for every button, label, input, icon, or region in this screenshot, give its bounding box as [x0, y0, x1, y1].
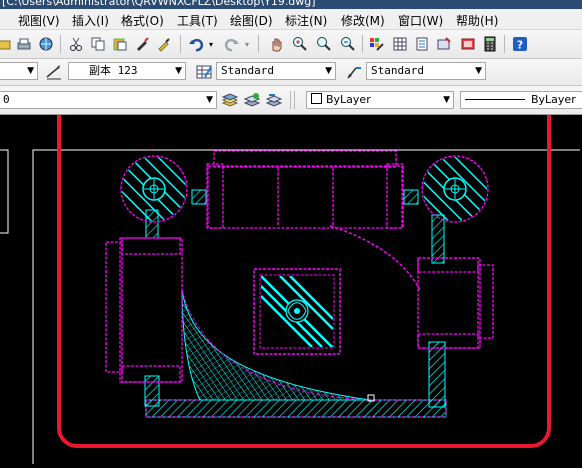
linetype-select[interactable]: ByLayer [460, 91, 582, 109]
toolbar-separator [294, 91, 295, 109]
color-value: ByLayer [326, 93, 371, 106]
zoom-window-icon[interactable] [314, 34, 334, 54]
help-icon[interactable]: ? [510, 34, 530, 54]
properties-icon[interactable] [366, 34, 386, 54]
menu-dimension[interactable]: 标注(N) [285, 12, 327, 29]
color-select[interactable]: ByLayer ▼ [306, 91, 454, 109]
coffee-table [253, 268, 341, 355]
toolbar-separator [290, 91, 291, 109]
menu-help[interactable]: 帮助(H) [456, 12, 498, 29]
paste-icon[interactable] [110, 34, 130, 54]
menu-insert[interactable]: 插入(I) [72, 12, 109, 29]
drawing-canvas[interactable] [0, 80, 582, 464]
chevron-down-icon: ▼ [175, 66, 182, 76]
calculator-icon[interactable] [480, 34, 500, 54]
zoom-realtime-icon[interactable] [290, 34, 310, 54]
zoom-previous-icon[interactable] [338, 34, 358, 54]
menu-draw[interactable]: 绘图(D) [230, 12, 273, 29]
menu-tools[interactable]: 工具(T) [177, 12, 218, 29]
table-style-select[interactable]: Standard ▼ [216, 62, 336, 80]
main-sofa [206, 150, 404, 229]
side-table-left [120, 155, 188, 223]
layers-toolbar: 0 ▼ ByLayer ▼ ByLayer [0, 86, 582, 115]
toolbar-separator [180, 35, 181, 53]
toolbar-separator [258, 35, 259, 53]
layer-previous-icon[interactable] [264, 90, 284, 110]
match-properties-icon[interactable] [132, 34, 152, 54]
linetype-value: ByLayer [531, 93, 576, 106]
multileader-style-value: Standard [371, 64, 424, 77]
open-icon[interactable] [0, 34, 14, 54]
design-center-icon[interactable] [390, 34, 410, 54]
cad-drawing [0, 80, 580, 464]
menu-view[interactable]: 视图(V) [18, 12, 60, 29]
chevron-down-icon: ▼ [443, 95, 450, 105]
redo-icon[interactable] [222, 34, 242, 54]
armchair-right [417, 257, 494, 349]
dimension-style-value: 副本 123 [89, 64, 138, 77]
markup-icon[interactable] [458, 34, 478, 54]
title-bar: [C:\Users\Administrator\QRVWNXCFLZ\Deskt… [0, 0, 582, 9]
plot-icon[interactable] [14, 34, 34, 54]
chevron-down-icon: ▼ [27, 66, 34, 76]
undo-icon[interactable] [186, 34, 206, 54]
dimension-style-select[interactable]: 副本 123 ▼ [68, 62, 186, 80]
redo-dropdown-icon[interactable]: ▾ [242, 34, 252, 54]
sheet-set-icon[interactable] [434, 34, 454, 54]
multileader-style-icon[interactable] [344, 62, 364, 82]
side-table-right [421, 155, 489, 223]
dimension-style-icon[interactable] [44, 62, 64, 82]
layer-manager-icon[interactable] [220, 90, 240, 110]
text-style-select[interactable]: ▼ [0, 62, 38, 80]
svg-text:?: ? [517, 39, 523, 52]
window-title: [C:\Users\Administrator\QRVWNXCFLZ\Deskt… [2, 0, 316, 8]
table-style-icon[interactable] [194, 62, 214, 82]
pan-icon[interactable] [266, 34, 286, 54]
multileader-style-select[interactable]: Standard ▼ [366, 62, 486, 80]
menu-bar: 视图(V) 插入(I) 格式(O) 工具(T) 绘图(D) 标注(N) 修改(M… [0, 9, 582, 30]
styles-toolbar: ▼ 副本 123 ▼ Standard ▼ Standard ▼ [0, 59, 582, 86]
table-style-value: Standard [221, 64, 274, 77]
layer-state-icon[interactable] [242, 90, 262, 110]
menu-modify[interactable]: 修改(M) [341, 12, 385, 29]
color-swatch-icon [311, 93, 322, 104]
toolbar-separator [362, 35, 363, 53]
chevron-down-icon: ▼ [325, 66, 332, 76]
tool-palettes-icon[interactable] [412, 34, 432, 54]
toolbar-separator [60, 35, 61, 53]
standard-toolbar: ▾ ▾ ? [0, 30, 582, 59]
copy-icon[interactable] [88, 34, 108, 54]
chevron-down-icon: ▼ [206, 95, 213, 105]
menu-format[interactable]: 格式(O) [121, 12, 164, 29]
cut-icon[interactable] [66, 34, 86, 54]
chevron-down-icon: ▼ [475, 66, 482, 76]
layer-select[interactable]: 0 ▼ [0, 91, 217, 109]
block-editor-icon[interactable] [154, 34, 174, 54]
armchair-left [105, 237, 183, 383]
undo-dropdown-icon[interactable]: ▾ [206, 34, 216, 54]
linetype-preview [465, 99, 525, 100]
menu-window[interactable]: 窗口(W) [398, 12, 443, 29]
publish-icon[interactable] [36, 34, 56, 54]
layer-value: 0 [3, 93, 10, 106]
toolbar-separator [504, 35, 505, 53]
